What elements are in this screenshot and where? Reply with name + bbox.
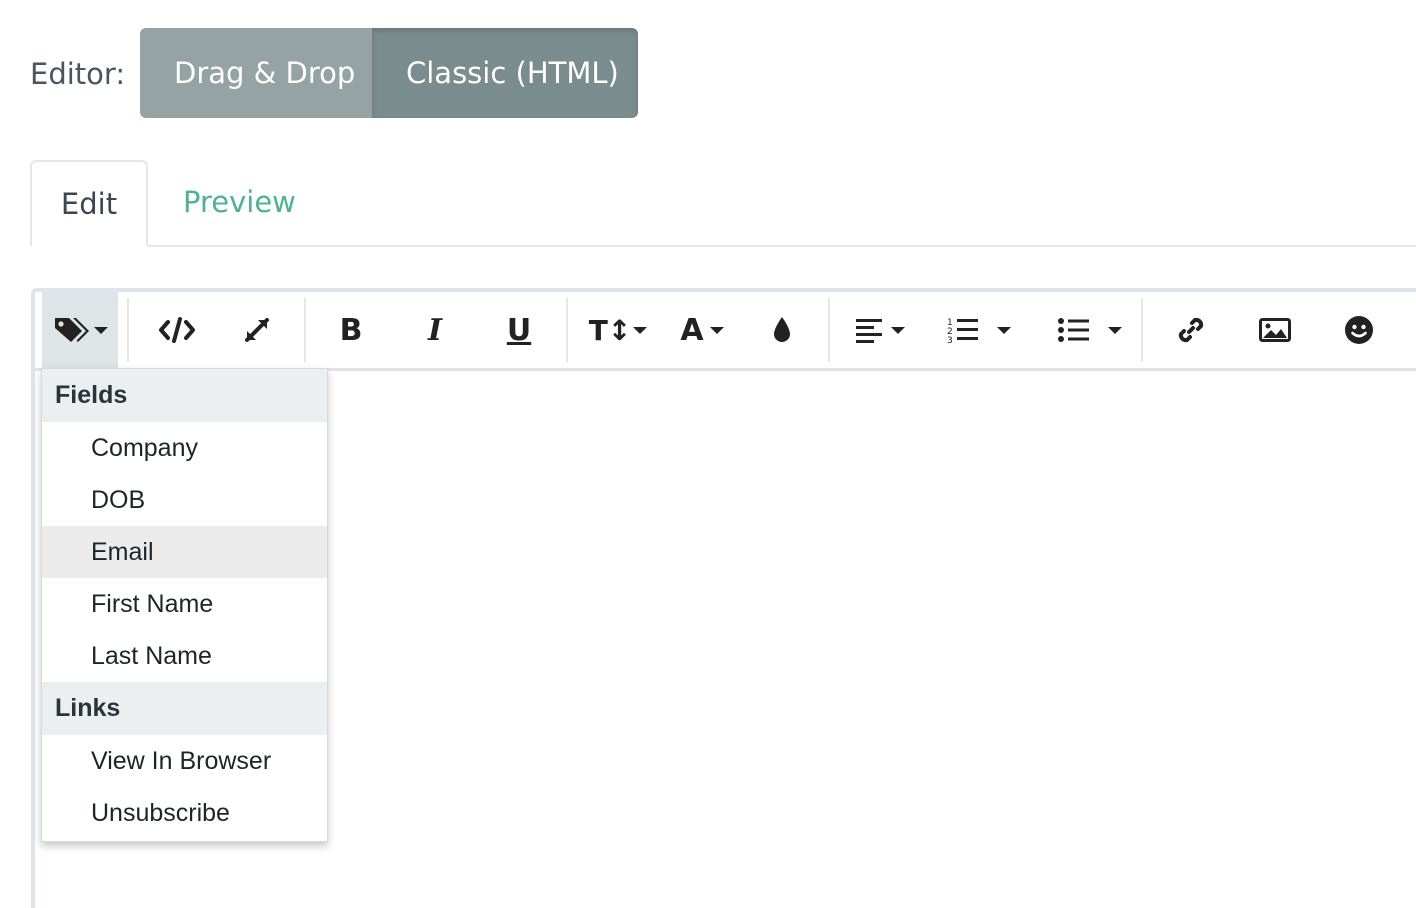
chevron-down-icon bbox=[997, 326, 1011, 334]
editor-toolbar: B I U T↕ A 1 2 3 bbox=[35, 292, 1416, 371]
dropdown-section-header: Fields bbox=[42, 369, 327, 422]
underline-button[interactable]: U bbox=[493, 292, 545, 368]
dropdown-item-unsubscribe[interactable]: Unsubscribe bbox=[42, 787, 327, 839]
tab-edit[interactable]: Edit bbox=[30, 160, 148, 247]
dropdown-section-header: Links bbox=[42, 682, 327, 735]
fullscreen-button[interactable] bbox=[231, 292, 283, 368]
dropdown-item-company[interactable]: Company bbox=[42, 422, 327, 474]
toolbar-divider bbox=[304, 298, 306, 362]
insert-emoji-button[interactable] bbox=[1339, 292, 1379, 368]
chevron-down-icon bbox=[633, 326, 648, 334]
dropdown-item-view-in-browser[interactable]: View In Browser bbox=[42, 735, 327, 787]
tab-preview[interactable]: Preview bbox=[183, 160, 296, 245]
insert-image-button[interactable] bbox=[1255, 292, 1295, 368]
chevron-down-icon bbox=[890, 326, 905, 334]
editor-label: Editor: bbox=[30, 57, 126, 91]
code-view-button[interactable] bbox=[149, 292, 205, 368]
font-family-button[interactable]: A bbox=[675, 292, 729, 368]
expand-icon bbox=[245, 318, 269, 342]
toolbar-divider bbox=[566, 298, 568, 362]
editor-mode-toggle: Drag & Drop Classic (HTML) bbox=[140, 28, 638, 118]
font-size-button[interactable]: T↕ bbox=[587, 292, 649, 368]
dropdown-item-first-name[interactable]: First Name bbox=[42, 578, 327, 630]
tint-icon bbox=[774, 317, 790, 342]
bold-button[interactable]: B bbox=[325, 292, 377, 368]
code-icon bbox=[159, 317, 195, 343]
insert-link-button[interactable] bbox=[1171, 292, 1211, 368]
tags-icon bbox=[54, 318, 89, 342]
merge-tags-dropdown: Fields Company DOB Email First Name Last… bbox=[41, 368, 328, 842]
image-icon bbox=[1259, 318, 1291, 342]
chevron-down-icon bbox=[1108, 326, 1122, 334]
font-icon: A bbox=[680, 312, 704, 348]
smile-icon bbox=[1345, 316, 1373, 344]
link-icon bbox=[1178, 317, 1204, 343]
dropdown-item-dob[interactable]: DOB bbox=[42, 474, 327, 526]
editor-tabs: Edit Preview bbox=[30, 160, 1416, 247]
italic-button[interactable]: I bbox=[409, 292, 461, 368]
toolbar-divider bbox=[1141, 298, 1143, 362]
underline-icon: U bbox=[506, 312, 532, 348]
dropdown-item-last-name[interactable]: Last Name bbox=[42, 630, 327, 682]
text-height-icon: T↕ bbox=[588, 313, 632, 347]
align-button[interactable] bbox=[851, 292, 909, 368]
list-ordered-icon: 1 2 3 bbox=[947, 318, 978, 344]
merge-tags-button[interactable] bbox=[42, 292, 118, 368]
unordered-list-button[interactable] bbox=[1051, 292, 1129, 368]
dropdown-item-email[interactable]: Email bbox=[42, 526, 327, 578]
list-unordered-icon bbox=[1058, 318, 1089, 342]
chevron-down-icon bbox=[709, 326, 724, 334]
toolbar-divider bbox=[828, 298, 830, 362]
toolbar-divider bbox=[127, 298, 129, 362]
drag-drop-mode-button[interactable]: Drag & Drop bbox=[140, 28, 372, 118]
bold-icon: B bbox=[339, 312, 363, 348]
italic-icon: I bbox=[427, 312, 443, 348]
text-color-button[interactable] bbox=[767, 292, 797, 368]
chevron-down-icon bbox=[93, 326, 108, 334]
ordered-list-button[interactable]: 1 2 3 bbox=[941, 292, 1017, 368]
align-left-icon bbox=[855, 319, 882, 343]
classic-html-mode-button[interactable]: Classic (HTML) bbox=[372, 28, 638, 118]
svg-text:3: 3 bbox=[947, 336, 953, 344]
